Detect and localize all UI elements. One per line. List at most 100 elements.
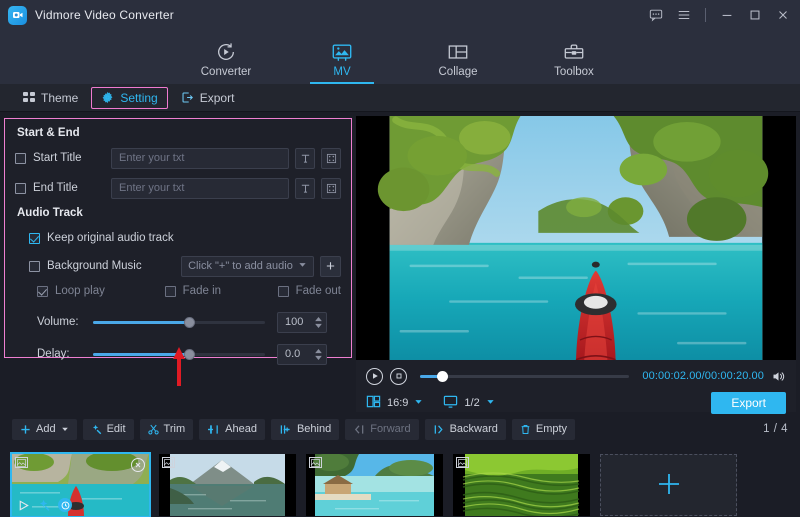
stepper-arrows[interactable] <box>314 317 323 328</box>
plus-icon <box>656 471 682 500</box>
stop-icon[interactable] <box>390 368 407 385</box>
fade-in-checkbox[interactable] <box>165 286 176 297</box>
nav-item-collage[interactable]: Collage <box>418 30 498 84</box>
video-preview[interactable] <box>356 116 796 360</box>
chevron-down-icon[interactable] <box>61 425 69 433</box>
timeline-clip-3[interactable] <box>306 454 443 516</box>
behind-button[interactable]: Behind <box>271 419 339 440</box>
grid-icon <box>23 92 35 104</box>
delay-row: Delay: 0.0 <box>37 343 341 365</box>
keep-original-audio-checkbox[interactable] <box>29 233 40 244</box>
tab-export[interactable]: Export <box>172 87 244 109</box>
background-music-row: Background Music Click "+" to add audio … <box>29 255 341 277</box>
start-title-input[interactable]: Enter your txt <box>111 148 289 169</box>
clip-edit-icon[interactable] <box>37 498 51 512</box>
menu-icon[interactable] <box>671 2 697 28</box>
seek-bar[interactable] <box>420 375 629 378</box>
add-button[interactable]: Add <box>12 419 77 440</box>
nav-item-converter[interactable]: Converter <box>186 30 266 84</box>
tab-setting[interactable]: Setting <box>91 87 167 109</box>
end-title-checkbox[interactable] <box>15 183 26 194</box>
nav-item-mv[interactable]: MV <box>302 30 382 84</box>
clip-thumbnail-image <box>453 454 590 516</box>
volume-slider-knob[interactable] <box>184 317 195 328</box>
screen-size-value: 1/2 <box>464 397 479 409</box>
fade-in-group: Fade in <box>165 285 278 297</box>
background-music-checkbox[interactable] <box>29 261 40 272</box>
preview-scene-image <box>356 116 796 360</box>
remove-clip-icon[interactable] <box>131 458 145 472</box>
scissors-icon <box>148 424 159 435</box>
add-clip-slot[interactable] <box>600 454 737 516</box>
play-icon[interactable] <box>366 368 383 385</box>
clip-thumbnail-image <box>159 454 296 516</box>
empty-button[interactable]: Empty <box>512 419 575 440</box>
image-icon <box>15 457 28 468</box>
maximize-icon[interactable] <box>742 2 768 28</box>
background-music-select-value: Click "+" to add audio <box>188 260 293 272</box>
close-icon[interactable] <box>770 2 796 28</box>
start-title-checkbox[interactable] <box>15 153 26 164</box>
edit-button[interactable]: Edit <box>83 419 134 440</box>
toolbar-label: Backward <box>450 423 498 435</box>
player-controls: 00:00:02.00/00:00:20.00 <box>356 360 796 412</box>
background-music-select[interactable]: Click "+" to add audio <box>181 256 314 277</box>
start-title-label: Start Title <box>33 152 111 164</box>
loop-play-checkbox[interactable] <box>37 286 48 297</box>
clip-overlay-actions <box>17 498 72 512</box>
move-backward-icon <box>433 424 445 435</box>
image-icon <box>162 457 175 468</box>
volume-stepper[interactable]: 100 <box>277 312 327 333</box>
tab-theme[interactable]: Theme <box>14 87 87 109</box>
end-title-text-style-icon[interactable] <box>295 178 315 199</box>
stepper-arrows[interactable] <box>314 349 323 360</box>
start-title-text-grid-icon[interactable] <box>321 148 341 169</box>
titlebar: Vidmore Video Converter <box>0 0 800 30</box>
volume-value: 100 <box>285 316 303 328</box>
clip-trim-icon[interactable] <box>58 498 72 512</box>
aspect-ratio-control[interactable]: 16:9 <box>366 394 423 412</box>
clip-play-icon[interactable] <box>17 499 30 512</box>
volume-slider[interactable] <box>93 321 265 324</box>
nav-label: Collage <box>439 66 478 78</box>
options-row: 16:9 1/2 <box>366 391 786 415</box>
clip-thumbnail-image <box>306 454 443 516</box>
app-title: Vidmore Video Converter <box>35 8 174 22</box>
end-title-input[interactable]: Enter your txt <box>111 178 289 199</box>
converter-icon <box>215 41 237 63</box>
collage-icon <box>447 41 469 63</box>
sub-tabs: Theme Setting Export <box>0 84 800 112</box>
body: Start & End Start Title Enter your txt <box>0 112 800 412</box>
fade-out-checkbox[interactable] <box>278 286 289 297</box>
ahead-button[interactable]: Ahead <box>199 419 265 440</box>
monitor-icon <box>443 394 458 412</box>
add-audio-button[interactable]: + <box>320 256 341 277</box>
minimize-icon[interactable] <box>714 2 740 28</box>
end-title-text-grid-icon[interactable] <box>321 178 341 199</box>
timeline-clip-2[interactable] <box>159 454 296 516</box>
window-controls <box>643 0 796 30</box>
timeline-clip-1[interactable] <box>12 454 149 516</box>
divider <box>705 8 706 22</box>
export-button[interactable]: Export <box>711 392 786 414</box>
chevron-down-icon[interactable] <box>486 397 495 409</box>
screen-size-control[interactable]: 1/2 <box>443 394 494 412</box>
nav-label: Converter <box>201 66 252 78</box>
start-title-text-style-icon[interactable] <box>295 148 315 169</box>
backward-button[interactable]: Backward <box>425 419 506 440</box>
nav-item-toolbox[interactable]: Toolbox <box>534 30 614 84</box>
forward-button[interactable]: Forward <box>345 419 418 440</box>
image-icon <box>456 457 469 468</box>
delay-stepper[interactable]: 0.0 <box>277 344 327 365</box>
move-forward-icon <box>353 424 365 435</box>
image-icon <box>309 457 322 468</box>
seek-bar-knob[interactable] <box>437 371 448 382</box>
speaker-icon[interactable] <box>771 369 786 384</box>
section-title-audio-track: Audio Track <box>17 207 341 219</box>
timeline-clip-4[interactable] <box>453 454 590 516</box>
clip-toolbar: Add Edit Trim Ahead <box>0 416 800 442</box>
trim-button[interactable]: Trim <box>140 419 194 440</box>
background-music-label: Background Music <box>47 260 181 272</box>
chevron-down-icon[interactable] <box>414 397 423 409</box>
feedback-icon[interactable] <box>643 2 669 28</box>
